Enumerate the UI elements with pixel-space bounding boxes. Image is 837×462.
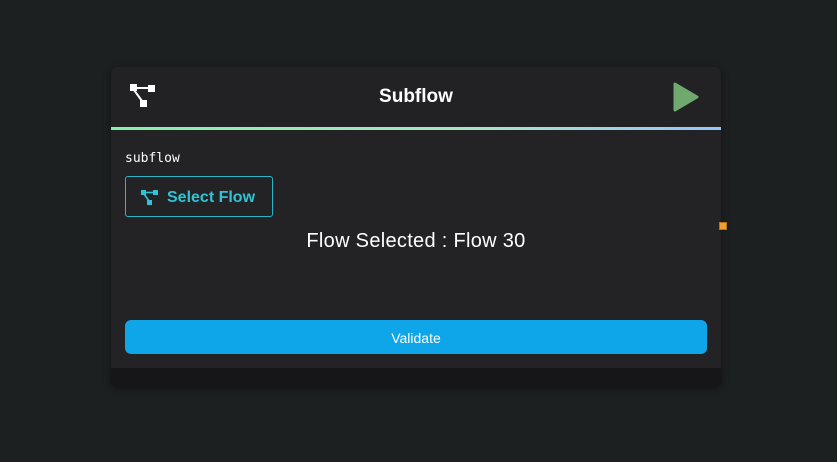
- validate-button[interactable]: Validate: [125, 320, 707, 354]
- select-flow-button[interactable]: Select Flow: [125, 176, 273, 217]
- flow-canvas[interactable]: Subflow subflow Select Flow Flow Selecte…: [0, 0, 837, 462]
- play-icon[interactable]: [672, 82, 700, 112]
- output-handle[interactable]: [719, 222, 727, 230]
- node-header: Subflow: [111, 67, 721, 127]
- node-title: Subflow: [379, 86, 453, 107]
- flow-tree-icon: [141, 190, 158, 205]
- select-flow-label: Select Flow: [167, 189, 256, 206]
- subflow-node[interactable]: Subflow subflow Select Flow Flow Selecte…: [111, 67, 721, 386]
- node-body: subflow Select Flow Flow Selected : Flow…: [111, 130, 721, 368]
- flow-selected-text: Flow Selected : Flow 30: [306, 230, 526, 252]
- node-label: subflow: [125, 151, 180, 166]
